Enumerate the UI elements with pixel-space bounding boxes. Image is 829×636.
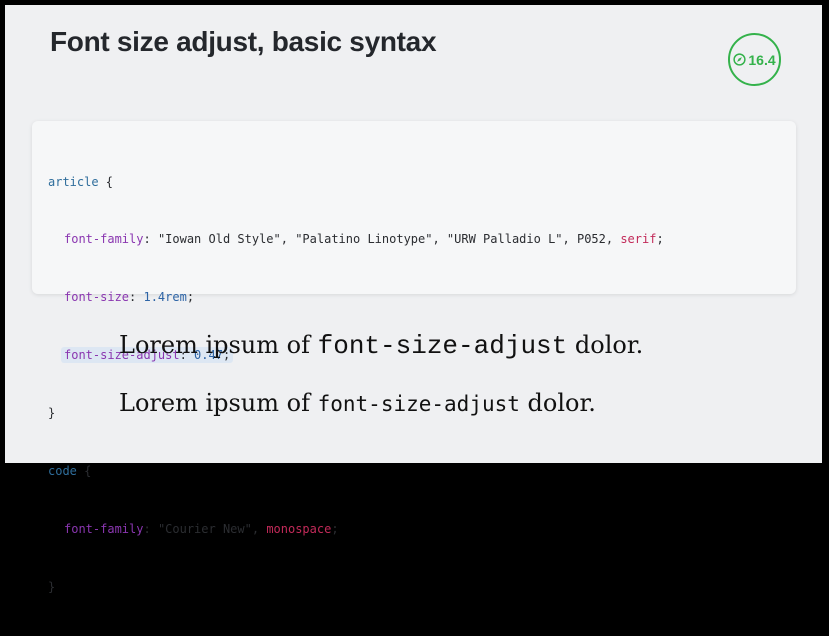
code-number: 1.4rem	[143, 290, 187, 305]
code-sep: :	[129, 290, 144, 305]
code-brace: {	[98, 174, 114, 189]
badge-version: 16.4	[748, 51, 776, 68]
demo-suffix: dolor.	[567, 331, 644, 359]
browser-version-badge: 16.4	[728, 33, 781, 86]
code-brace: }	[48, 579, 56, 594]
demo-prefix: Lorem ipsum of	[119, 389, 318, 417]
code-listing: article { font-family: "Iowan Old Style"…	[48, 134, 664, 636]
code-semicolon: ;	[656, 232, 664, 247]
code-brace: }	[48, 406, 56, 421]
code-keyword: serif	[620, 232, 657, 247]
code-line: }	[48, 578, 664, 597]
code-line: article {	[48, 173, 664, 192]
code-value: "Courier New",	[157, 521, 267, 536]
demo-code: font-size-adjust	[317, 331, 568, 361]
code-line: font-size: 1.4rem;	[48, 288, 664, 307]
code-property: font-family	[64, 521, 144, 536]
demo-code: font-size-adjust	[317, 392, 520, 416]
code-line: font-family: "Courier New", monospace;	[48, 520, 664, 539]
code-sep: :	[143, 521, 158, 536]
code-semicolon: ;	[186, 290, 195, 305]
demo-text-adjusted: Lorem ipsum of font-size-adjust dolor.	[119, 389, 596, 417]
code-value: "Iowan Old Style", "Palatino Linotype", …	[157, 232, 621, 247]
code-property: font-family	[64, 232, 144, 247]
code-brace: {	[76, 464, 92, 479]
code-block: article { font-family: "Iowan Old Style"…	[32, 121, 796, 594]
code-semicolon: ;	[331, 521, 339, 536]
slide: Font size adjust, basic syntax 16.4 arti…	[5, 5, 822, 594]
safari-compass-icon	[733, 53, 747, 66]
code-property: font-size	[64, 290, 130, 305]
code-line: code {	[48, 462, 664, 481]
code-sep: :	[143, 232, 158, 247]
demo-text-unadjusted: Lorem ipsum of font-size-adjust dolor.	[119, 331, 643, 361]
demo-suffix: dolor.	[519, 389, 596, 417]
slide-title: Font size adjust, basic syntax	[50, 26, 437, 57]
code-line: font-family: "Iowan Old Style", "Palatin…	[48, 230, 664, 249]
code-selector: article	[48, 174, 99, 189]
code-keyword: monospace	[266, 521, 332, 536]
demo-prefix: Lorem ipsum of	[119, 331, 318, 359]
code-selector: code	[48, 464, 77, 479]
